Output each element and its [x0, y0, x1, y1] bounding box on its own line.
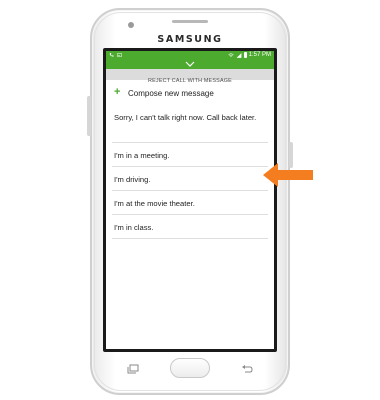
hardware-keys [90, 352, 290, 392]
reject-message-header: REJECT CALL WITH MESSAGE [106, 69, 274, 84]
screen: 1:57 PM REJECT CALL WITH MESSAGE + Compo… [106, 51, 274, 349]
arrow-shape [263, 163, 313, 187]
image-icon [117, 53, 122, 57]
status-bar: 1:57 PM [106, 51, 274, 60]
status-time: 1:57 PM [248, 52, 271, 58]
message-item[interactable]: I'm driving. [106, 167, 274, 191]
home-button[interactable] [170, 358, 210, 378]
message-item[interactable]: I'm in a meeting. [106, 143, 274, 167]
message-text: I'm driving. [114, 175, 151, 184]
compose-new-message-button[interactable]: + Compose new message [106, 80, 274, 108]
message-item[interactable]: I'm at the movie theater. [106, 191, 274, 215]
message-item[interactable]: Sorry, I can't talk right now. Call back… [106, 108, 274, 143]
brand-logo: SAMSUNG [157, 34, 223, 45]
compose-new-message-label: Compose new message [128, 89, 214, 98]
incoming-call-drag-handle[interactable] [106, 60, 274, 69]
signal-icon [236, 52, 242, 58]
reject-message-list: Sorry, I can't talk right now. Call back… [106, 108, 274, 239]
divider [112, 238, 268, 239]
front-camera [128, 22, 134, 28]
wifi-icon [228, 52, 234, 57]
plus-icon: + [114, 86, 121, 98]
phone-call-icon [109, 53, 114, 57]
message-item[interactable]: I'm in class. [106, 215, 274, 239]
volume-button [87, 96, 91, 136]
chevron-down-icon[interactable] [185, 61, 195, 67]
pointer-arrow-icon [263, 163, 313, 187]
back-icon[interactable] [241, 364, 253, 374]
earpiece-speaker [172, 20, 208, 23]
message-text: Sorry, I can't talk right now. Call back… [114, 113, 257, 122]
message-text: I'm in a meeting. [114, 151, 170, 160]
message-text: I'm in class. [114, 223, 154, 232]
battery-icon [243, 52, 247, 58]
recent-apps-icon[interactable] [127, 364, 139, 374]
message-text: I'm at the movie theater. [114, 199, 195, 208]
